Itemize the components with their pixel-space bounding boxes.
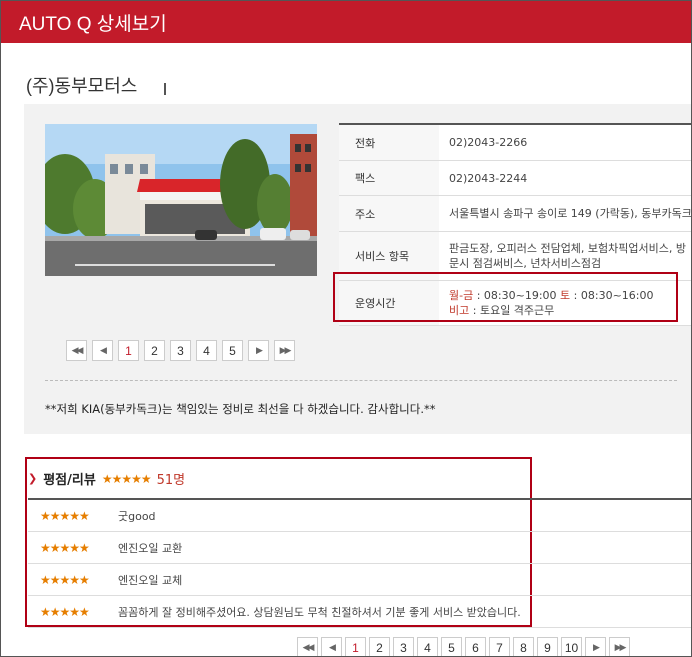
- review-stars: ★★★★★: [40, 508, 90, 523]
- info-row-phone: 전화 02)2043-2266: [339, 125, 691, 161]
- phone-value: 02)2043-2266: [449, 136, 528, 149]
- reviews-header: ❯ 평점/리뷰 ★★★★★ 51명: [28, 469, 186, 489]
- company-name: (주)동부모터스: [26, 76, 138, 96]
- notice-text: **저희 KIA(동부카독크)는 책임있는 정비로 최선을 다 하겠습니다. 감…: [45, 402, 436, 416]
- info-label: 주소: [339, 196, 439, 231]
- prev-page-button[interactable]: ◀: [92, 340, 113, 361]
- page-button[interactable]: 8: [513, 637, 534, 656]
- review-text: 엔진오일 교환: [118, 541, 183, 555]
- page-button[interactable]: 9: [537, 637, 558, 656]
- review-stars: ★★★★★: [40, 604, 90, 619]
- review-item: ★★★★★ 엔진오일 교환: [28, 532, 691, 564]
- last-page-button[interactable]: ▶▶: [609, 637, 630, 656]
- review-item: ★★★★★ 굿good: [28, 500, 691, 532]
- info-row-address: 주소 서울특별시 송파구 송이로 149 (가락동), 동부카독크: [339, 196, 692, 232]
- prev-page-button[interactable]: ◀: [321, 637, 342, 656]
- info-row-fax: 팩스 02)2043-2244: [339, 161, 691, 196]
- review-item: ★★★★★ 꼼꼼하게 잘 정비해주셨어요. 상담원님도 무척 친절하셔서 기분 …: [28, 596, 691, 628]
- chevron-right-icon: ❯: [28, 472, 38, 485]
- reviews-title: 평점/리뷰: [43, 473, 96, 488]
- page-button[interactable]: 2: [144, 340, 165, 361]
- review-stars: ★★★★★: [40, 572, 90, 587]
- info-label: 팩스: [339, 161, 439, 195]
- page-button[interactable]: 4: [196, 340, 217, 361]
- title-divider: [164, 83, 166, 95]
- next-page-button[interactable]: ▶: [248, 340, 269, 361]
- review-pager: ◀◀ ◀ 1 2 3 4 5 6 7 8 9 10 ▶ ▶▶: [297, 637, 630, 656]
- photo-pager: ◀◀ ◀ 1 2 3 4 5 ▶ ▶▶: [66, 340, 295, 361]
- fax-value: 02)2043-2244: [449, 171, 528, 185]
- page-button[interactable]: 1: [118, 340, 139, 361]
- hours-highlight-box: [333, 272, 678, 322]
- detail-window: AUTO Q 상세보기 (주)동부모터스 ◀◀ ◀ 1 2 3 4 5 ▶ ▶▶…: [0, 0, 692, 657]
- review-text: 꼼꼼하게 잘 정비해주셨어요. 상담원님도 무척 친절하셔서 기분 좋게 서비스…: [118, 605, 521, 619]
- first-page-button[interactable]: ◀◀: [66, 340, 87, 361]
- page-button[interactable]: 1: [345, 637, 366, 656]
- header-bar: AUTO Q 상세보기: [1, 1, 691, 43]
- shop-photo: [45, 124, 317, 276]
- page-button[interactable]: 6: [465, 637, 486, 656]
- page-button[interactable]: 5: [222, 340, 243, 361]
- review-item: ★★★★★ 엔진오일 교체: [28, 564, 691, 596]
- review-text: 굿good: [118, 509, 156, 523]
- page-button[interactable]: 10: [561, 637, 582, 656]
- divider: [45, 380, 677, 381]
- address-value: 서울특별시 송파구 송이로 149 (가락동), 동부카독크: [449, 207, 692, 220]
- info-label: 전화: [339, 125, 439, 160]
- review-count: 51명: [156, 473, 186, 488]
- page-button[interactable]: 5: [441, 637, 462, 656]
- page-button[interactable]: 4: [417, 637, 438, 656]
- review-stars: ★★★★★: [40, 540, 90, 555]
- review-list: ★★★★★ 굿good ★★★★★ 엔진오일 교환 ★★★★★ 엔진오일 교체 …: [28, 498, 691, 628]
- page-button[interactable]: 3: [393, 637, 414, 656]
- rating-stars: ★★★★★: [101, 471, 152, 486]
- first-page-button[interactable]: ◀◀: [297, 637, 318, 656]
- review-text: 엔진오일 교체: [118, 573, 183, 587]
- page-button[interactable]: 3: [170, 340, 191, 361]
- last-page-button[interactable]: ▶▶: [274, 340, 295, 361]
- page-title: AUTO Q 상세보기: [19, 14, 167, 35]
- next-page-button[interactable]: ▶: [585, 637, 606, 656]
- page-button[interactable]: 2: [369, 637, 390, 656]
- page-button[interactable]: 7: [489, 637, 510, 656]
